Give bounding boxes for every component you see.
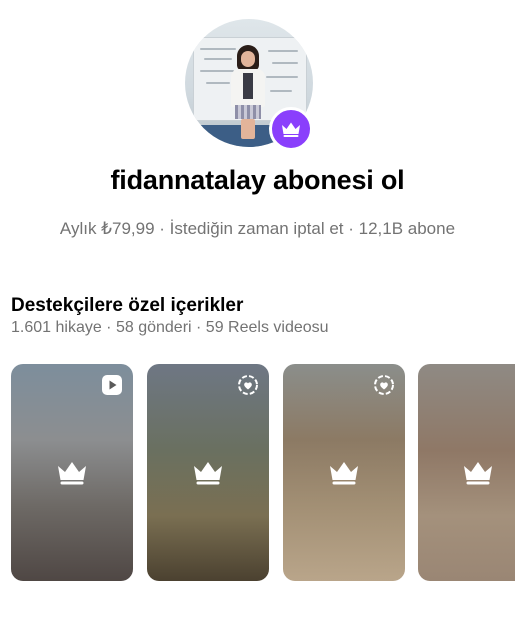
subscription-details: Aylık ₺79,99 · İstediğin zaman iptal et … [59, 219, 456, 238]
exclusive-content-card[interactable] [418, 364, 515, 581]
section-meta: 1.601 hikaye · 58 gönderi · 59 Reels vid… [11, 319, 329, 336]
page-title: fidannatalay abonesi ol [110, 165, 405, 195]
subscriber-crown-badge [269, 107, 313, 151]
crown-icon [282, 122, 300, 137]
crown-icon [464, 461, 492, 484]
crown-icon [58, 461, 86, 484]
story-highlight-icon [238, 375, 258, 395]
section-title: Destekçilere özel içerikler [11, 295, 244, 316]
reels-icon [102, 375, 122, 395]
exclusive-content-card[interactable] [11, 364, 133, 581]
crown-icon [194, 461, 222, 484]
story-highlight-icon [374, 375, 394, 395]
avatar-container [185, 19, 313, 151]
exclusive-content-card[interactable] [283, 364, 405, 581]
crown-icon [330, 461, 358, 484]
exclusive-content-card[interactable] [147, 364, 269, 581]
